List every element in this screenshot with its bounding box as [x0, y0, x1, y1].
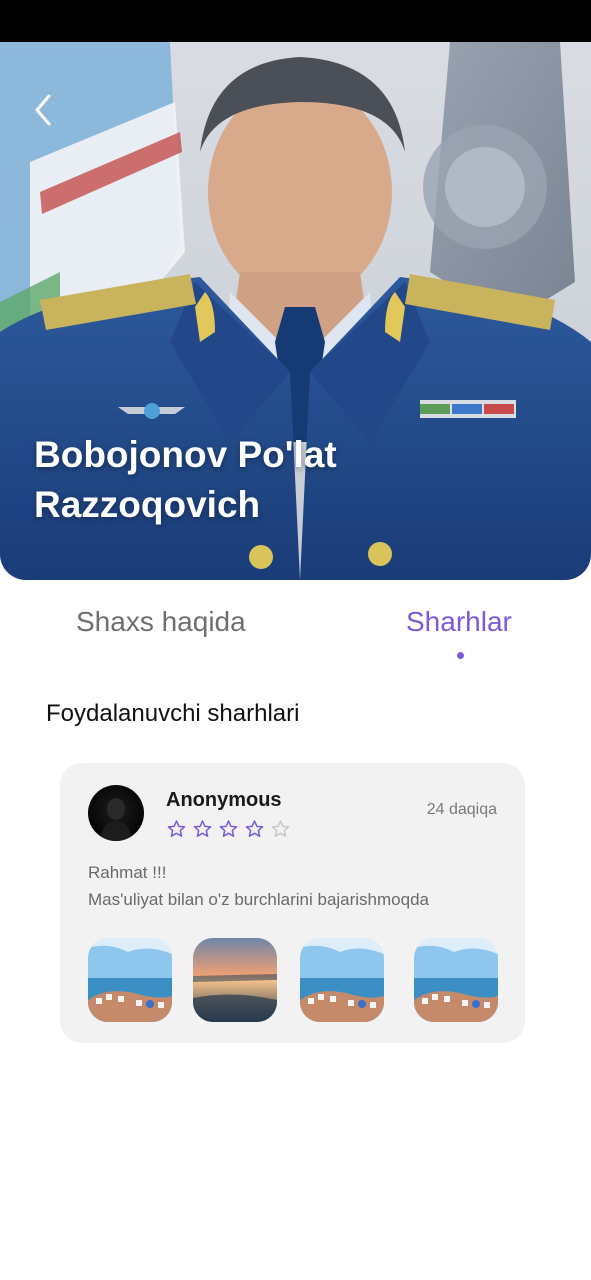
profile-hero: Bobojonov Po'lat Razzoqovich [0, 42, 591, 580]
comment-photo-1[interactable] [88, 938, 172, 1022]
comment-photo-4[interactable] [414, 938, 498, 1022]
back-button[interactable] [26, 90, 60, 130]
comment-text-line1: Rahmat !!! [88, 863, 167, 882]
star-icon [219, 820, 238, 837]
comment-photo-2[interactable] [193, 938, 277, 1022]
active-tab-indicator [457, 652, 464, 659]
star-empty-icon [271, 820, 290, 837]
avatar [88, 785, 144, 841]
section-title: Foydalanuvchi sharhlari [46, 700, 300, 727]
profile-name: Bobojonov Po'lat Razzoqovich [34, 430, 454, 530]
profile-name-line1: Bobojonov Po'lat [34, 434, 337, 475]
comment-text-line2: Mas'uliyat bilan o'z burchlarini bajaris… [88, 890, 429, 909]
comment-author: Anonymous [166, 789, 282, 811]
profile-name-line2: Razzoqovich [34, 484, 261, 525]
comment-photo-3[interactable] [300, 938, 384, 1022]
chevron-left-icon [35, 94, 51, 126]
star-icon [193, 820, 212, 837]
tab-comments[interactable]: Sharhlar [406, 606, 512, 638]
star-icon [167, 820, 186, 837]
tab-bar: Shaxs haqida Sharhlar [0, 600, 591, 664]
comment-photos [88, 938, 498, 1022]
comment-time: 24 daqiqa [426, 801, 497, 818]
tab-about[interactable]: Shaxs haqida [76, 606, 246, 638]
star-rating [166, 819, 291, 839]
comment-card: Anonymous 24 daqiqa Rahmat !!! Mas'uliya… [60, 763, 525, 1043]
status-bar [0, 0, 591, 42]
star-icon [245, 820, 264, 837]
